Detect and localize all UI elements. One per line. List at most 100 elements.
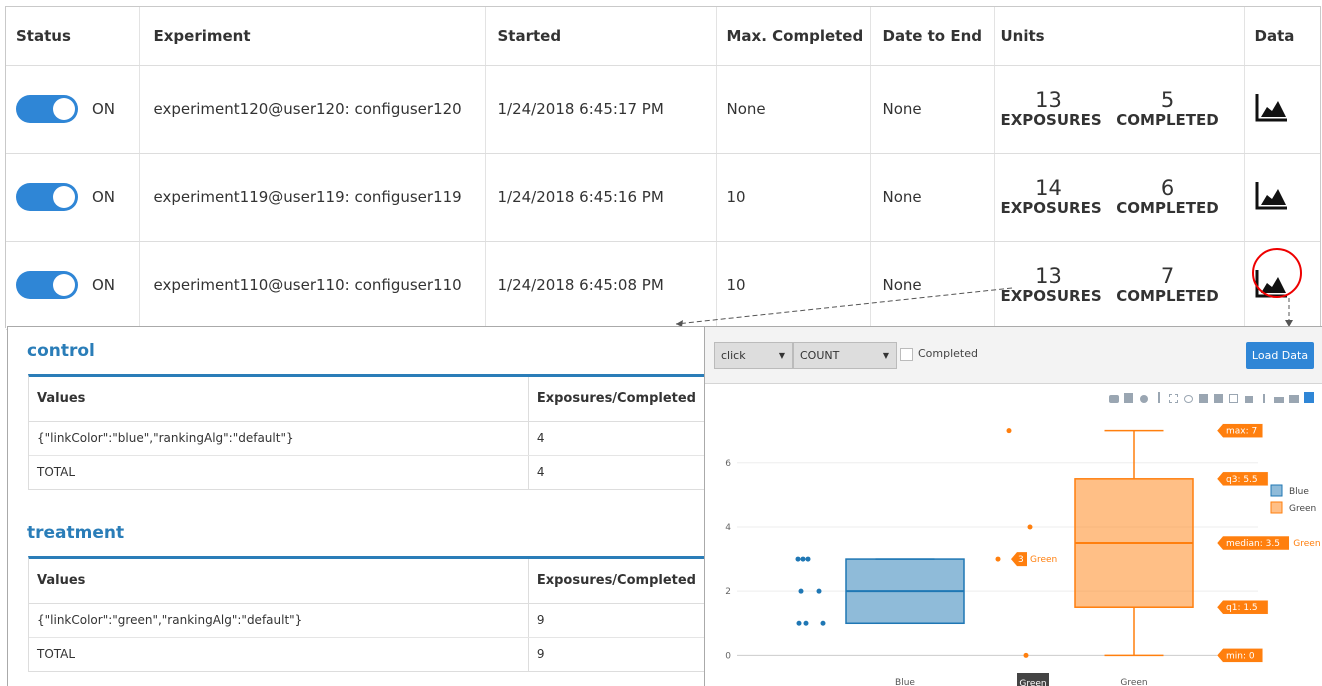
date-to-end: None: [869, 241, 994, 330]
table-row: {"linkColor":"green","rankingAlg":"defau…: [29, 603, 704, 638]
status-label: ON: [92, 188, 116, 206]
y-tick-label: 4: [725, 523, 731, 533]
exposures-count: 13: [1035, 263, 1062, 288]
table-row: ON experiment120@user120: configuser120 …: [6, 65, 1320, 154]
completed-label: COMPLETED: [1116, 286, 1219, 305]
date-to-end: None: [869, 153, 994, 242]
hover-label: median: 3.5: [1226, 539, 1280, 549]
hover-label: q3: 5.5: [1226, 475, 1258, 485]
chart-panel: click ▼ COUNT ▼ Completed Load Data 0 2 4 6…: [704, 326, 1322, 686]
col-started[interactable]: Started: [484, 7, 716, 66]
point-hover-value: 3: [1018, 555, 1024, 565]
units-cell: 13 EXPOSURES 5 COMPLETED: [993, 65, 1244, 154]
started-time: 1/24/2018 6:45:16 PM: [484, 153, 716, 242]
box-plot: 0 2 4 6 Blue Green max: 7 q3: 5.5 median: 3.5 q1:…: [725, 423, 1321, 686]
chevron-down-icon: ▼: [882, 351, 889, 360]
event-select[interactable]: click ▼: [714, 342, 793, 369]
started-time: 1/24/2018 6:45:08 PM: [484, 241, 716, 330]
legend-label: Green: [1289, 504, 1316, 514]
table-row: ON experiment110@user110: configuser110 …: [6, 241, 1320, 330]
status-label: ON: [92, 276, 116, 294]
table-row: TOTAL 4: [29, 455, 704, 489]
legend-swatch: [1270, 484, 1283, 497]
count-cell: 4: [527, 421, 704, 456]
data-point: [995, 556, 1001, 562]
value-cell: {"linkColor":"green","rankingAlg":"defau…: [29, 603, 529, 638]
table-row: ON experiment119@user119: configuser119 …: [6, 153, 1320, 242]
area-chart-icon[interactable]: [1255, 180, 1289, 214]
col-status[interactable]: Status: [6, 7, 139, 66]
data-point: [816, 588, 822, 594]
y-tick-label: 2: [725, 587, 731, 597]
status-cell: ON: [6, 65, 139, 154]
col-data[interactable]: Data: [1243, 7, 1320, 66]
col-date-to-end[interactable]: Date to End: [869, 7, 994, 66]
completed-stat: 7 COMPLETED: [1113, 265, 1223, 305]
total-label: TOTAL: [37, 647, 76, 662]
completed-stat: 6 COMPLETED: [1113, 175, 1223, 217]
area-chart-icon[interactable]: [1255, 268, 1289, 302]
col-experiment[interactable]: Experiment: [138, 7, 485, 66]
exposures-label: EXPOSURES: [1000, 198, 1102, 217]
chart-controls: click ▼ COUNT ▼ Completed Load Data: [705, 327, 1322, 384]
exposures-count: 13: [1035, 87, 1062, 112]
y-tick-label: 6: [725, 459, 731, 469]
exposures-label: EXPOSURES: [1000, 286, 1102, 305]
exposures-stat: 13 EXPOSURES: [1000, 263, 1102, 305]
table-header-row: Status Experiment Started Max. Completed…: [6, 7, 1320, 66]
toggle-knob: [53, 98, 75, 120]
aggregation-select-value: COUNT: [800, 349, 840, 362]
col-units[interactable]: Units: [993, 7, 1244, 66]
completed-stat: 5 COMPLETED: [1113, 89, 1223, 129]
group-table-control: Values Exposures/Completed {"linkColor":…: [28, 374, 705, 490]
data-point: [800, 556, 806, 562]
data-point: [1027, 524, 1033, 530]
status-label: ON: [92, 100, 116, 118]
event-select-value: click: [721, 349, 746, 362]
completed-count: 6: [1160, 175, 1175, 200]
group-table-treatment: Values Exposures/Completed {"linkColor":…: [28, 556, 705, 672]
toggle-knob: [53, 274, 75, 296]
status-cell: ON: [6, 153, 139, 242]
group-table-header: Values Exposures/Completed: [29, 377, 704, 422]
data-point: [803, 620, 809, 626]
exposures-count: 14: [1035, 175, 1062, 200]
date-to-end: None: [869, 65, 994, 154]
chevron-down-icon: ▼: [778, 351, 785, 360]
area-chart-icon[interactable]: [1255, 92, 1289, 126]
experiment-name: experiment120@user120: configuser120: [138, 65, 485, 154]
completed-checkbox[interactable]: [900, 348, 913, 361]
group-title-control: control: [27, 341, 95, 361]
units-cell: 13 EXPOSURES 7 COMPLETED: [993, 241, 1244, 330]
exposures-stat: 13 EXPOSURES: [1000, 87, 1102, 129]
legend-swatch: [1270, 501, 1283, 514]
experiment-name: experiment110@user110: configuser110: [138, 241, 485, 330]
status-toggle[interactable]: [16, 271, 78, 299]
hover-series-label: Green: [1293, 539, 1320, 549]
status-toggle[interactable]: [16, 183, 78, 211]
aggregation-select[interactable]: COUNT ▼: [793, 342, 897, 369]
data-cell: [1243, 153, 1320, 242]
value-cell: {"linkColor":"blue","rankingAlg":"defaul…: [29, 421, 529, 456]
total-count: 9: [527, 637, 704, 671]
legend-label: Blue: [1289, 487, 1309, 497]
group-table-header: Values Exposures/Completed: [29, 559, 704, 604]
col-exposures-completed: Exposures/Completed: [527, 559, 704, 604]
exposures-stat: 14 EXPOSURES: [1000, 175, 1102, 217]
data-point: [820, 620, 826, 626]
completed-label: COMPLETED: [1116, 198, 1219, 217]
col-exposures-completed: Exposures/Completed: [527, 377, 704, 422]
data-point: [798, 588, 804, 594]
experiment-name: experiment119@user119: configuser119: [138, 153, 485, 242]
status-toggle[interactable]: [16, 95, 78, 123]
data-point: [1023, 652, 1029, 658]
load-data-button[interactable]: Load Data: [1246, 342, 1314, 369]
data-point: [1006, 428, 1012, 434]
col-max-completed[interactable]: Max. Completed: [715, 7, 870, 66]
exposures-label: EXPOSURES: [1000, 110, 1102, 129]
total-count: 4: [527, 455, 704, 489]
max-completed: 10: [715, 241, 870, 330]
experiments-table: Status Experiment Started Max. Completed…: [5, 6, 1321, 330]
data-cell: [1243, 241, 1320, 330]
completed-checkbox-label: Completed: [918, 347, 978, 360]
